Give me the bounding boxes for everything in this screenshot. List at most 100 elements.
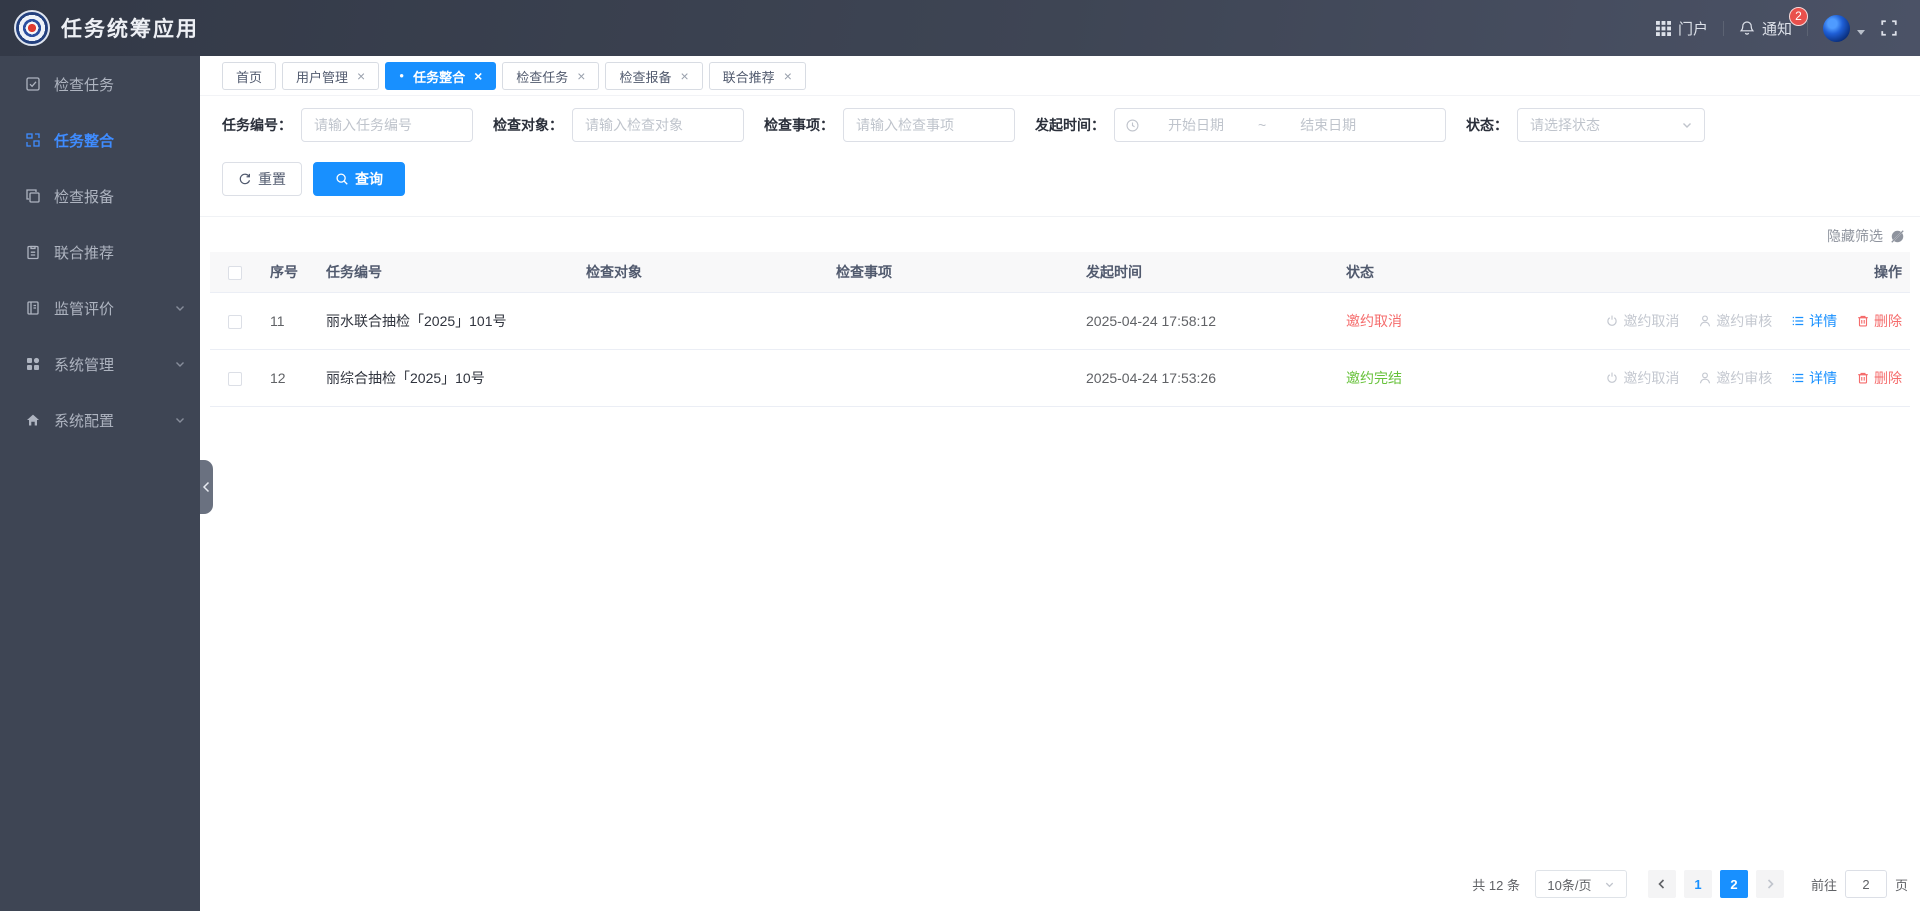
header-actions: 操作: [1570, 252, 1910, 293]
avatar: [1823, 14, 1850, 42]
trash-icon: [1858, 315, 1868, 326]
hide-filter-label: 隐藏筛选: [1827, 228, 1883, 244]
page-button-2[interactable]: 2: [1719, 870, 1748, 898]
item-input[interactable]: [843, 108, 1015, 142]
app-header: 任务统筹应用 门户 通知 2: [0, 0, 1920, 56]
sidebar-item-system-manage[interactable]: 系统管理: [0, 336, 200, 392]
status-select[interactable]: 请选择状态: [1517, 108, 1705, 142]
page-button-1[interactable]: 1: [1683, 870, 1712, 898]
cell-object: [570, 349, 820, 407]
sidebar-collapse-handle[interactable]: [200, 460, 213, 514]
refresh-icon: [239, 173, 251, 185]
row-checkbox[interactable]: [228, 314, 242, 329]
goto-page-input[interactable]: [1844, 870, 1887, 898]
pagination: 共 12 条 10条/页 1 2 前往 页: [1472, 870, 1908, 898]
cell-time: 2025-04-24 17:58:12: [1070, 292, 1330, 350]
action-label: 删除: [1874, 369, 1902, 386]
end-date-input[interactable]: [1276, 117, 1381, 133]
chevron-down-icon: [176, 418, 184, 423]
tab-bar: 首页 用户管理 × ● 任务整合 × 检查任务 × 检查报备 × 联合推荐 ×: [200, 56, 1920, 96]
header-item: 检查事项: [820, 252, 1070, 293]
sidebar-item-supervision-eval[interactable]: 监管评价: [0, 280, 200, 336]
sidebar-item-system-config[interactable]: 系统配置: [0, 392, 200, 448]
action-label: 删除: [1874, 312, 1902, 329]
tab-user-manage[interactable]: 用户管理 ×: [282, 62, 380, 90]
search-icon: [336, 173, 348, 185]
eye-slash-icon: [1891, 229, 1904, 243]
chevron-down-icon: [1857, 29, 1865, 35]
tab-label: 首页: [236, 69, 263, 85]
row-checkbox[interactable]: [228, 371, 242, 386]
tab-check-task[interactable]: 检查任务 ×: [502, 62, 600, 90]
reset-button[interactable]: 重置: [222, 162, 302, 196]
select-all-checkbox[interactable]: [228, 265, 242, 280]
chevron-down-icon: [176, 362, 184, 367]
person-icon: [1700, 314, 1711, 326]
chevron-left-icon: [1658, 879, 1665, 889]
portal-button[interactable]: 门户: [1655, 18, 1708, 39]
copy-icon: [26, 189, 40, 203]
page-size-select[interactable]: 10条/页: [1534, 870, 1627, 898]
invite-review-button[interactable]: 邀约审核: [1698, 311, 1772, 331]
delete-button[interactable]: 删除: [1856, 368, 1902, 388]
prev-page-button[interactable]: [1647, 870, 1676, 898]
invite-review-button[interactable]: 邀约审核: [1698, 368, 1772, 388]
app-logo: [14, 10, 50, 46]
pagination-total: 共 12 条: [1472, 877, 1520, 893]
sidebar-item-task-integration[interactable]: 任务整合: [0, 112, 200, 168]
tab-home[interactable]: 首页: [222, 62, 277, 90]
close-icon[interactable]: ×: [474, 69, 482, 83]
portal-label: 门户: [1677, 20, 1708, 38]
header-object: 检查对象: [570, 252, 820, 293]
delete-button[interactable]: 删除: [1856, 311, 1902, 331]
tab-check-report[interactable]: 检查报备 ×: [605, 62, 703, 90]
next-page-button[interactable]: [1755, 870, 1784, 898]
power-icon: [1607, 372, 1617, 383]
sidebar-item-check-task[interactable]: 检查任务: [0, 56, 200, 112]
chevron-down-icon: [1683, 123, 1691, 128]
time-label: 发起时间：: [1035, 117, 1105, 133]
user-menu[interactable]: [1823, 14, 1865, 42]
task-no-input[interactable]: [301, 108, 473, 142]
clock-icon: [1126, 118, 1139, 132]
sidebar: 检查任务 任务整合 检查报备 联合推荐 监管评价 系统管理 系统配置: [0, 56, 200, 911]
start-date-input[interactable]: [1144, 117, 1248, 133]
header-status: 状态: [1330, 252, 1570, 293]
close-icon[interactable]: ×: [357, 69, 365, 83]
task-integration-icon: [26, 133, 40, 147]
fullscreen-button[interactable]: [1880, 19, 1898, 37]
tab-joint-recommend[interactable]: 联合推荐 ×: [708, 62, 806, 90]
cell-index: 12: [254, 349, 310, 407]
filter-bar: 任务编号： 检查对象： 检查事项： 发起时间： ~ 状态： 请选择状态: [222, 108, 1920, 142]
hide-filter-toggle[interactable]: 隐藏筛选: [1827, 217, 1920, 249]
chevron-right-icon: [1767, 879, 1774, 889]
invite-cancel-button[interactable]: 邀约取消: [1605, 368, 1679, 388]
status-badge: 邀约取消: [1346, 312, 1402, 329]
cell-item: [820, 292, 1070, 350]
action-label: 邀约取消: [1623, 369, 1680, 386]
object-input[interactable]: [572, 108, 744, 142]
sidebar-item-check-report[interactable]: 检查报备: [0, 168, 200, 224]
cell-item: [820, 349, 1070, 407]
close-icon[interactable]: ×: [680, 69, 688, 83]
trash-icon: [1858, 372, 1868, 383]
date-range-picker[interactable]: ~: [1114, 108, 1446, 142]
grid-icon: [1655, 20, 1671, 36]
close-icon[interactable]: ×: [577, 69, 585, 83]
check-square-icon: [26, 77, 40, 91]
tab-task-integration[interactable]: ● 任务整合 ×: [385, 62, 497, 90]
main-content: 首页 用户管理 × ● 任务整合 × 检查任务 × 检查报备 × 联合推荐 × …: [200, 56, 1920, 911]
close-icon[interactable]: ×: [784, 69, 792, 83]
clipboard-icon: [27, 245, 39, 260]
tab-label: 检查任务: [516, 69, 569, 85]
search-button[interactable]: 查询: [313, 162, 405, 196]
invite-cancel-button[interactable]: 邀约取消: [1605, 311, 1679, 331]
sidebar-item-joint-recommend[interactable]: 联合推荐: [0, 224, 200, 280]
detail-button[interactable]: 详情: [1791, 368, 1837, 388]
notice-button[interactable]: 通知 2: [1739, 6, 1808, 39]
detail-button[interactable]: 详情: [1791, 311, 1837, 331]
tab-label: 检查报备: [619, 69, 672, 85]
table-row: 12 丽综合抽检「2025」10号 2025-04-24 17:53:26 邀约…: [210, 349, 1910, 407]
list-icon: [1792, 373, 1804, 382]
chevron-left-icon: [202, 481, 210, 493]
